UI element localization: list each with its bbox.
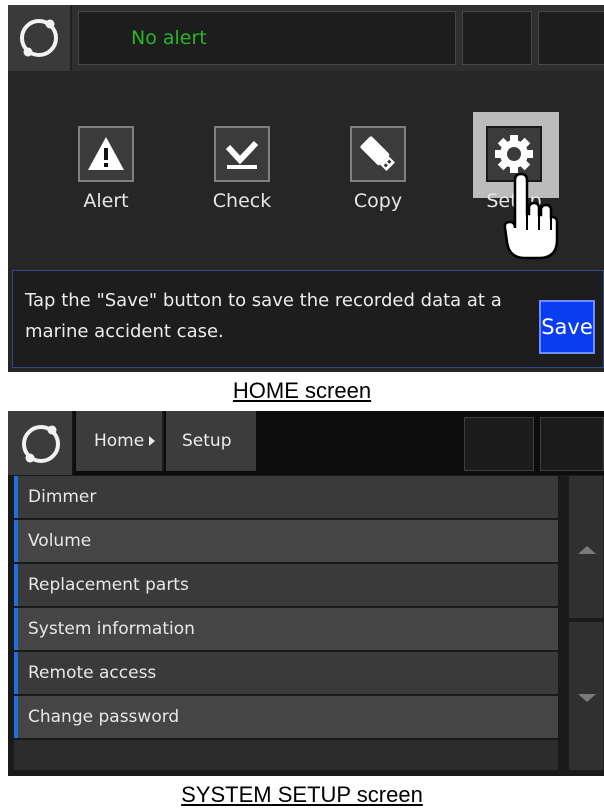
status-slot-1[interactable] [462,11,532,65]
breadcrumb-home-label: Home [94,431,145,451]
warning-triangle-icon [78,126,134,182]
scroll-up-button[interactable] [568,475,604,619]
menu-item-replacement-parts[interactable]: Replacement parts [14,564,558,606]
alert-status-bar[interactable]: No alert [78,11,456,65]
setup-caption-text: SYSTEM SETUP screen [181,782,423,807]
menu-item-remote-access[interactable]: Remote access [14,652,558,694]
breadcrumb-home[interactable]: Home [76,411,164,471]
check-app-label: Check [212,190,272,212]
home-caption-text: HOME screen [232,378,372,403]
arrow-down-icon [578,694,596,702]
menu-item-dimmer[interactable]: Dimmer [14,476,558,518]
checkmark-icon [214,126,270,182]
home-logo-button[interactable] [8,5,72,71]
ring-logo-icon [20,19,58,57]
system-setup-screen: Home Setup Dimmer Volume Replacement par… [8,411,604,776]
breadcrumb-setup: Setup [166,411,256,471]
alert-app-button[interactable]: Alert [58,126,154,212]
copy-app-button[interactable]: Copy [330,126,426,212]
status-slot-2[interactable] [538,11,604,65]
alert-status-text: No alert [131,27,207,49]
menu-item-system-information[interactable]: System information [14,608,558,650]
menu-empty-row [14,740,558,770]
setup-logo-button[interactable] [8,411,74,475]
status-slot-2[interactable] [540,417,604,471]
alert-app-label: Alert [83,190,129,212]
chevron-right-icon [149,436,156,446]
home-screen: No alert Alert Check Copy Tap the "Save"… [8,5,604,372]
copy-app-label: Copy [353,190,403,212]
check-app-button[interactable]: Check [194,126,290,212]
ring-logo-icon [22,425,60,463]
scroll-down-button[interactable] [568,621,604,771]
pointing-hand-icon [503,172,559,260]
save-message-panel: Tap the "Save" button to save the record… [12,270,604,368]
setup-menu-list: Dimmer Volume Replacement parts System i… [14,476,558,770]
menu-item-change-password[interactable]: Change password [14,696,558,738]
arrow-up-icon [578,546,596,554]
status-slot-1[interactable] [464,417,534,471]
save-button[interactable]: Save [539,300,595,354]
menu-item-volume[interactable]: Volume [14,520,558,562]
usb-drive-icon [350,126,406,182]
setup-top-bar: Home Setup [8,411,604,475]
save-instruction-text: Tap the "Save" button to save the record… [25,290,502,342]
setup-screen-caption: SYSTEM SETUP screen [0,782,604,808]
home-top-bar: No alert [8,5,604,71]
home-screen-caption: HOME screen [0,378,604,404]
